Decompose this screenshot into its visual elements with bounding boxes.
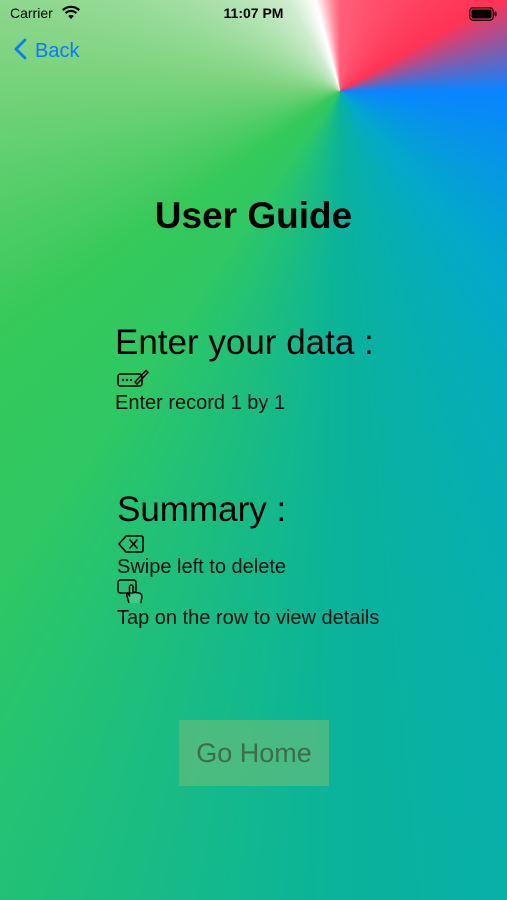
go-home-button[interactable]: Go Home xyxy=(179,720,329,786)
back-button[interactable]: Back xyxy=(14,38,79,65)
hand-tap-icon xyxy=(117,579,147,610)
battery-icon xyxy=(469,7,497,26)
status-bar: Carrier 11:07 PM xyxy=(0,0,507,28)
back-label: Back xyxy=(35,40,80,62)
summary-heading: Summary : xyxy=(117,490,287,529)
enter-data-instruction: Enter record 1 by 1 xyxy=(115,392,286,414)
swipe-delete-instruction: Swipe left to delete xyxy=(117,556,286,578)
enter-data-heading: Enter your data : xyxy=(115,323,374,362)
tap-details-instruction: Tap on the row to view details xyxy=(117,607,380,629)
pencil-rectangle-icon xyxy=(117,368,150,393)
page-title: User Guide xyxy=(154,195,353,236)
status-time: 11:07 PM xyxy=(223,5,284,21)
chevron-left-icon xyxy=(14,38,27,65)
